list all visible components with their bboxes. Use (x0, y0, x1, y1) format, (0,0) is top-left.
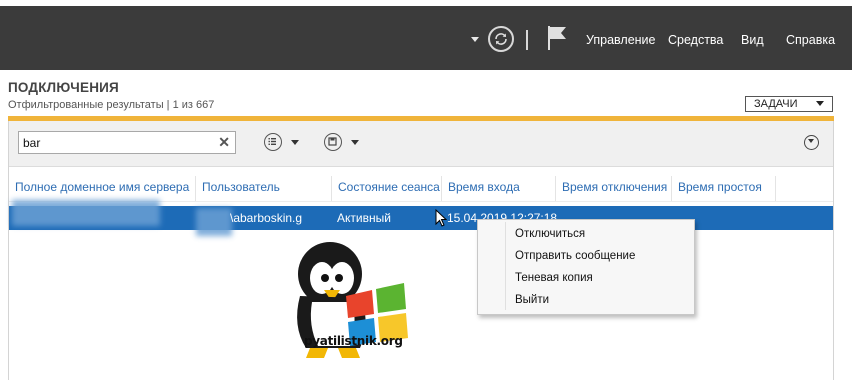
filter-results-count: Отфильтрованные результаты | 1 из 667 (8, 99, 215, 111)
context-menu: Отключиться Отправить сообщение Теневая … (477, 219, 695, 315)
save-filter-caret-icon[interactable] (351, 140, 359, 145)
expand-icon[interactable] (804, 135, 819, 150)
menu-help[interactable]: Справка (786, 33, 835, 47)
menu-manage[interactable]: Управление (586, 33, 656, 47)
mouse-cursor-icon (435, 208, 448, 230)
redacted-user-domain (196, 208, 232, 236)
context-menu-gutter (505, 222, 506, 310)
chevron-down-icon (816, 101, 824, 106)
page-title: ПОДКЛЮЧЕНИЯ (8, 80, 119, 95)
refresh-icon[interactable] (488, 26, 514, 52)
column-header-idle-time[interactable]: Время простоя (672, 176, 776, 202)
menu-view[interactable]: Вид (741, 33, 764, 47)
save-filter-icon[interactable] (324, 133, 342, 151)
column-header-user[interactable]: Пользователь (196, 176, 332, 202)
top-toolbar (0, 0, 852, 70)
redacted-server-name (12, 200, 160, 226)
search-input[interactable]: bar ✕ (18, 131, 236, 154)
list-filter-icon[interactable] (264, 133, 282, 151)
menu-item-send-message[interactable]: Отправить сообщение (515, 250, 635, 262)
clear-search-icon[interactable]: ✕ (218, 134, 230, 151)
menu-item-disconnect[interactable]: Отключиться (515, 228, 585, 240)
toolbar-separator (526, 30, 528, 50)
list-filter-caret-icon[interactable] (291, 140, 299, 145)
flag-icon[interactable] (546, 25, 568, 54)
tasks-label: ЗАДАЧИ (754, 98, 798, 110)
menu-item-shadow-copy[interactable]: Теневая копия (515, 272, 593, 284)
menu-item-logoff[interactable]: Выйти (515, 294, 549, 306)
watermark-text: pyatilistnik.org (304, 334, 403, 348)
column-header-server[interactable]: Полное доменное имя сервера (9, 176, 196, 202)
dropdown-caret-icon[interactable] (471, 37, 479, 42)
column-header-login-time[interactable]: Время входа (442, 176, 556, 202)
cell-user: \abarboskin.g (230, 211, 303, 225)
column-header-disconnect-time[interactable]: Время отключения (556, 176, 672, 202)
column-header-state[interactable]: Состояние сеанса (332, 176, 442, 202)
tasks-button[interactable]: ЗАДАЧИ (745, 96, 833, 112)
search-value: bar (23, 136, 41, 150)
cell-state: Активный (337, 211, 391, 225)
menu-tools[interactable]: Средства (668, 33, 723, 47)
